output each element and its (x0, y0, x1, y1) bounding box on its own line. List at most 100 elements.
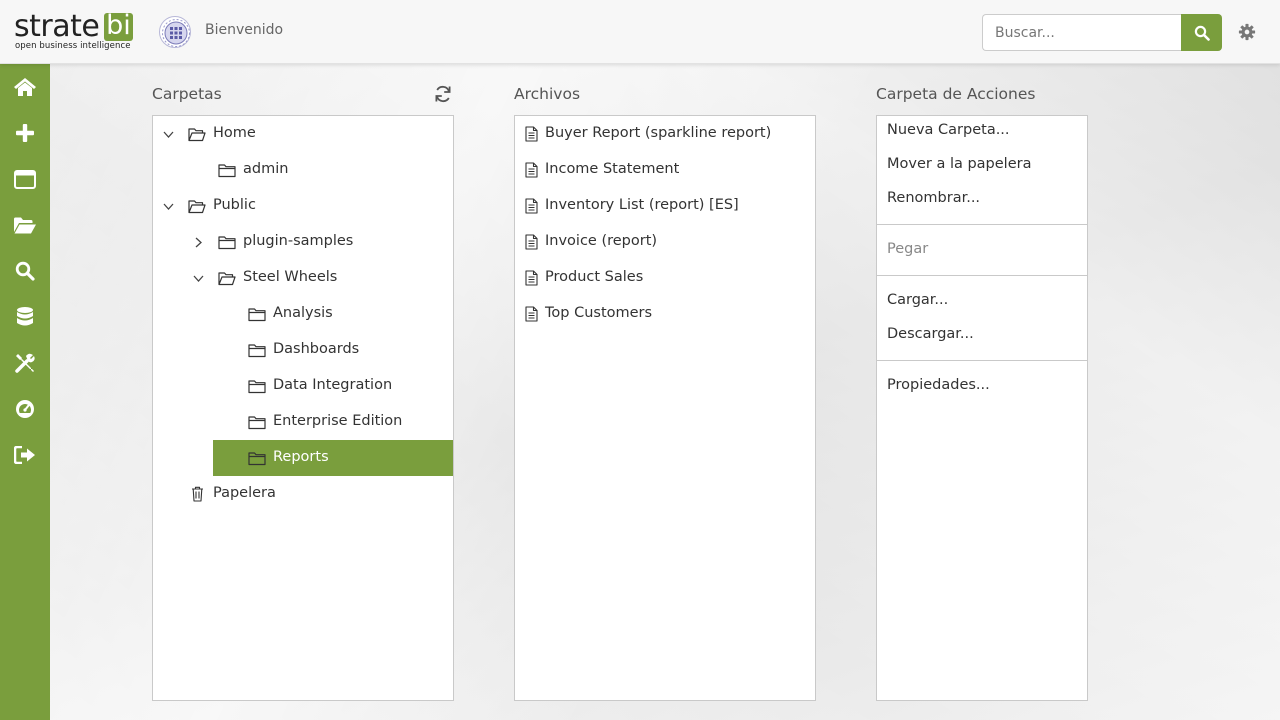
document-icon (525, 234, 538, 250)
trash-icon (192, 486, 203, 502)
tools-icon (15, 353, 35, 373)
tree-item-papelera[interactable]: Papelera (153, 476, 453, 512)
tree-item-label: plugin-samples (243, 233, 354, 249)
folders-panel: Home admin Public plugin-samples Steel W… (152, 115, 454, 701)
divider (877, 275, 1087, 276)
folder-open-icon (188, 200, 206, 214)
sidebar-item-home[interactable] (0, 64, 50, 110)
sidebar-item-search[interactable] (0, 248, 50, 294)
file-item[interactable]: Top Customers (515, 296, 815, 332)
sign-out-icon (14, 446, 35, 464)
file-item[interactable]: Invoice (report) (515, 224, 815, 260)
sidebar-item-datasources[interactable] (0, 294, 50, 340)
search-input[interactable] (982, 14, 1181, 51)
tree-item-label: Home (213, 125, 256, 141)
search-button[interactable] (1181, 14, 1222, 51)
file-item[interactable]: Product Sales (515, 260, 815, 296)
folder-icon (218, 236, 236, 250)
folders-title: Carpetas (152, 85, 222, 103)
plus-icon (16, 124, 34, 142)
file-label: Product Sales (545, 269, 644, 285)
paste-button[interactable]: Pegar (887, 241, 928, 257)
sidebar-item-tools[interactable] (0, 340, 50, 386)
database-icon (17, 307, 33, 326)
sidebar-item-opened[interactable] (0, 156, 50, 202)
chevron-down-icon[interactable] (193, 273, 204, 284)
tree-item-label: Data Integration (273, 377, 393, 393)
folder-open-icon (14, 217, 36, 233)
file-label: Buyer Report (sparkline report) (545, 125, 772, 141)
file-item[interactable]: Income Statement (515, 152, 815, 188)
avatar[interactable] (159, 16, 191, 48)
tree-item-label: Enterprise Edition (273, 413, 403, 429)
tree-item-home[interactable]: Home (153, 116, 453, 152)
divider (877, 360, 1087, 361)
actions-title: Carpeta de Acciones (876, 85, 1036, 103)
dashboard-icon (16, 400, 34, 418)
sidebar-item-logout[interactable] (0, 432, 50, 478)
rename-button[interactable]: Renombrar... (887, 190, 980, 206)
download-button[interactable]: Descargar... (887, 326, 974, 342)
chevron-right-icon[interactable] (193, 237, 204, 248)
folder-icon (218, 164, 236, 178)
tree-item-dashboards[interactable]: Dashboards (153, 332, 453, 368)
properties-button[interactable]: Propiedades... (887, 377, 990, 393)
tree-item-label: Analysis (273, 305, 333, 321)
file-label: Invoice (report) (545, 233, 658, 249)
tree-item-reports[interactable]: Reports (213, 440, 453, 476)
file-label: Inventory List (report) [ES] (545, 197, 739, 213)
top-header: strate bi open business intelligence Bie… (0, 0, 1280, 64)
tree-item-label: Dashboards (273, 341, 360, 357)
file-item[interactable]: Inventory List (report) [ES] (515, 188, 815, 224)
document-icon (525, 198, 538, 214)
tree-item-plugin-samples[interactable]: plugin-samples (153, 224, 453, 260)
chevron-down-icon[interactable] (163, 201, 174, 212)
document-icon (525, 270, 538, 286)
chevron-down-icon[interactable] (163, 129, 174, 140)
tree-item-data-integration[interactable]: Data Integration (153, 368, 453, 404)
folder-icon (248, 452, 266, 466)
tree-item-label: Reports (273, 449, 329, 465)
logo-tagline: open business intelligence (15, 41, 131, 51)
gear-icon[interactable] (1238, 23, 1256, 41)
file-item[interactable]: Buyer Report (sparkline report) (515, 116, 815, 152)
folder-icon (248, 416, 266, 430)
files-panel: Buyer Report (sparkline report) Income S… (514, 115, 816, 701)
tree-item-label: admin (243, 161, 289, 177)
upload-button[interactable]: Cargar... (887, 292, 948, 308)
home-icon (14, 78, 36, 96)
tree-item-label: Papelera (213, 485, 276, 501)
sidebar-item-new[interactable] (0, 110, 50, 156)
tree-item-label: Steel Wheels (243, 269, 338, 285)
search-icon (15, 261, 35, 281)
file-label: Top Customers (545, 305, 653, 321)
tree-item-steel-wheels[interactable]: Steel Wheels (153, 260, 453, 296)
sidebar-item-dashboard[interactable] (0, 386, 50, 432)
stratebi-logo[interactable]: strate bi open business intelligence (14, 10, 134, 54)
new-folder-button[interactable]: Nueva Carpeta... (887, 122, 1010, 138)
tree-item-enterprise-edition[interactable]: Enterprise Edition (153, 404, 453, 440)
tree-item-public[interactable]: Public (153, 188, 453, 224)
tree-item-label: Public (213, 197, 256, 213)
move-to-trash-button[interactable]: Mover a la papelera (887, 156, 1031, 172)
document-icon (525, 306, 538, 322)
logo-accent: bi (104, 12, 133, 41)
document-icon (525, 162, 538, 178)
sidebar (0, 64, 50, 720)
folder-icon (248, 380, 266, 394)
tree-item-admin[interactable]: admin (153, 152, 453, 188)
folder-open-icon (218, 272, 236, 286)
document-icon (525, 126, 538, 142)
refresh-icon[interactable] (434, 85, 452, 103)
files-title: Archivos (514, 85, 581, 103)
search-icon (1194, 25, 1210, 41)
file-label: Income Statement (545, 161, 680, 177)
actions-panel: Nueva Carpeta... Mover a la papelera Ren… (876, 115, 1088, 701)
window-icon (14, 169, 36, 189)
tree-item-analysis[interactable]: Analysis (153, 296, 453, 332)
sidebar-item-browse[interactable] (0, 202, 50, 248)
divider (877, 224, 1087, 225)
folder-open-icon (188, 128, 206, 142)
folder-icon (248, 308, 266, 322)
avatar-icon (162, 19, 190, 47)
